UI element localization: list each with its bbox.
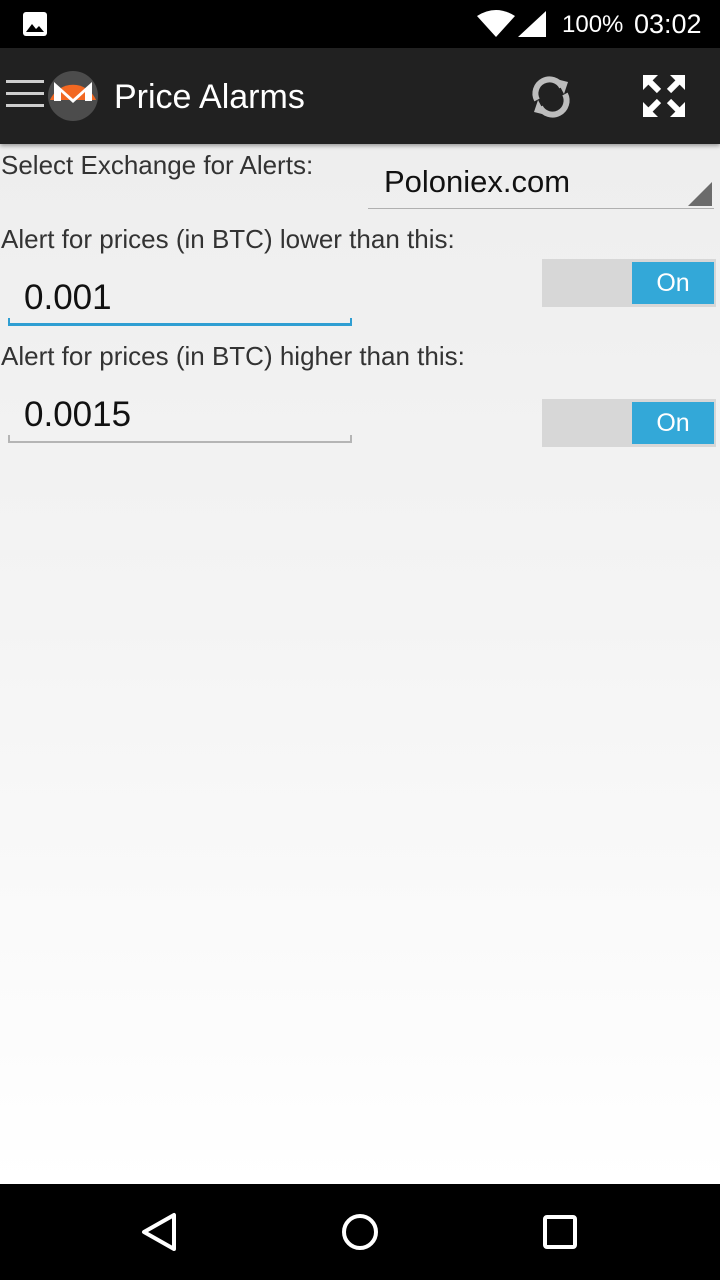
action-bar: Price Alarms (0, 48, 720, 144)
fullscreen-icon[interactable] (641, 73, 687, 119)
signal-icon (518, 11, 546, 37)
status-clock: 03:02 (634, 9, 702, 39)
gallery-icon (23, 12, 47, 36)
lower-alert-toggle[interactable]: On (542, 259, 716, 307)
exchange-selected-value: Poloniex.com (384, 164, 571, 199)
lower-price-value: 0.001 (24, 278, 112, 317)
exchange-spinner[interactable]: Poloniex.com (368, 158, 714, 209)
lower-alert-toggle-state: On (632, 262, 714, 304)
higher-price-underline (8, 435, 352, 443)
page-title: Price Alarms (114, 78, 305, 116)
hamburger-menu-icon[interactable] (6, 80, 44, 110)
navigation-bar (0, 1184, 720, 1280)
refresh-icon[interactable] (528, 74, 574, 120)
recents-icon[interactable] (540, 1212, 580, 1252)
monero-logo-icon (48, 71, 98, 121)
price-alarms-form: Select Exchange for Alerts: Poloniex.com… (0, 144, 720, 1184)
higher-price-value: 0.0015 (24, 395, 132, 434)
status-bar: 100% 03:02 (0, 0, 720, 48)
back-icon[interactable] (140, 1212, 180, 1252)
battery-percentage: 100% (562, 11, 624, 38)
lower-price-input[interactable]: 0.001 (8, 266, 352, 326)
lower-price-underline (8, 318, 352, 326)
higher-price-label: Alert for prices (in BTC) higher than th… (1, 341, 465, 371)
wifi-icon (477, 10, 515, 37)
higher-price-input[interactable]: 0.0015 (8, 383, 352, 443)
home-icon[interactable] (340, 1212, 380, 1252)
exchange-label: Select Exchange for Alerts: (1, 150, 314, 180)
higher-alert-toggle-state: On (632, 402, 714, 444)
dropdown-arrow-icon (688, 182, 712, 206)
lower-price-label: Alert for prices (in BTC) lower than thi… (1, 224, 455, 254)
higher-alert-toggle[interactable]: On (542, 399, 716, 447)
